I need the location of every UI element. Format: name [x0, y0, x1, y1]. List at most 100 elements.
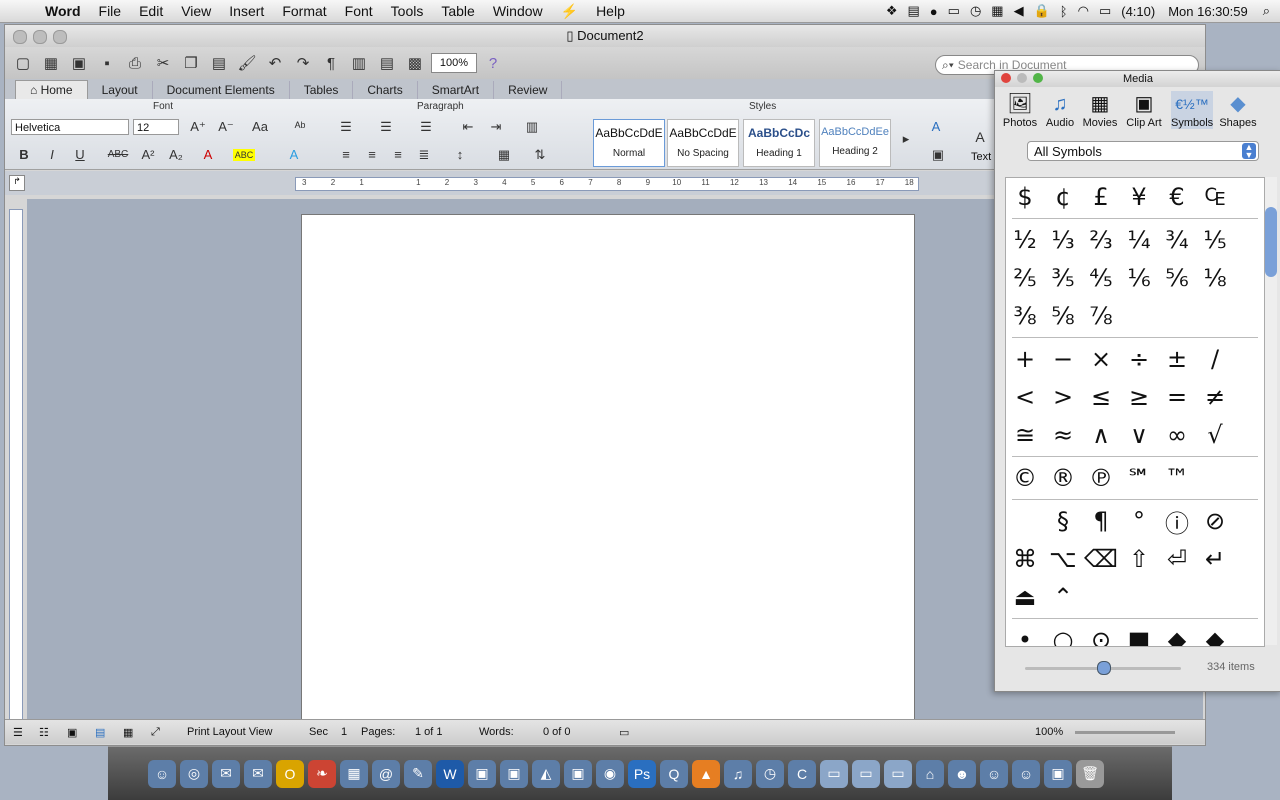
symbol-cell[interactable]: ®: [1044, 464, 1082, 492]
symbol-category-select[interactable]: All Symbols ▲ ▼: [1027, 141, 1259, 161]
symbol-cell[interactable]: ⌘: [1006, 545, 1044, 573]
justify-icon[interactable]: ≣: [413, 145, 435, 165]
clip-art-button[interactable]: ▣ Clip Art: [1123, 91, 1165, 129]
vlc-icon[interactable]: ▲: [692, 759, 720, 788]
symbol-cell[interactable]: ⅔: [1082, 226, 1120, 254]
document-page[interactable]: [301, 214, 915, 737]
symbol-cell[interactable]: ⊘: [1196, 507, 1234, 535]
home-folder-icon[interactable]: ⌂: [916, 759, 944, 788]
symbol-cell[interactable]: ⌫: [1082, 545, 1120, 573]
character-icon[interactable]: ☺: [980, 759, 1008, 788]
tab-tables[interactable]: Tables: [290, 81, 354, 99]
undo-icon[interactable]: ↶: [263, 52, 287, 74]
symbol-cell[interactable]: ↵: [1196, 545, 1234, 573]
bullets-icon[interactable]: ☰: [335, 117, 357, 137]
numbering-icon[interactable]: ☰: [375, 117, 397, 137]
proofing-icon[interactable]: ▭: [619, 726, 629, 739]
menu-font[interactable]: Font: [336, 3, 382, 19]
copy-icon[interactable]: ❐: [179, 52, 203, 74]
symbol-cell[interactable]: ≥: [1120, 383, 1158, 411]
display-icon[interactable]: ▭: [943, 3, 965, 19]
zoom-select[interactable]: 100%: [431, 53, 477, 73]
symbol-cell[interactable]: ≈: [1044, 421, 1082, 449]
symbol-cell[interactable]: £: [1082, 183, 1120, 211]
word-icon[interactable]: W: [436, 759, 464, 788]
menu-tools[interactable]: Tools: [382, 3, 433, 19]
symbol-cell[interactable]: ⅜: [1006, 302, 1044, 330]
itunes-icon[interactable]: ♫: [724, 759, 752, 788]
symbol-cell[interactable]: ⅙: [1120, 264, 1158, 292]
symbol-cell[interactable]: ½: [1006, 226, 1044, 254]
print-icon[interactable]: ⎙: [123, 52, 147, 74]
clear-formatting-icon[interactable]: ᴬᵇ: [289, 117, 311, 137]
shapes-button[interactable]: ◆ Shapes: [1217, 91, 1259, 129]
scrollbar-thumb[interactable]: [1265, 207, 1277, 277]
styles-pane-icon[interactable]: ▣: [927, 145, 949, 165]
text-effects-icon[interactable]: A: [283, 145, 305, 165]
symbol-cell[interactable]: ≤: [1082, 383, 1120, 411]
symbol-cell[interactable]: =: [1158, 383, 1196, 411]
script-menu-icon[interactable]: ⚡: [552, 3, 587, 20]
symbol-cell[interactable]: ≅: [1006, 421, 1044, 449]
symbol-cell[interactable]: ±: [1158, 345, 1196, 373]
volume-icon[interactable]: ◀: [1009, 3, 1029, 19]
style-heading-1[interactable]: AaBbCcDc Heading 1: [743, 119, 815, 167]
battery-icon[interactable]: ▭: [1094, 3, 1116, 19]
tab-document-elements[interactable]: Document Elements: [153, 81, 290, 99]
tab-home[interactable]: ⌂ Home: [15, 80, 88, 99]
symbol-cell[interactable]: ⅛: [1196, 264, 1234, 292]
vertical-ruler[interactable]: [9, 209, 23, 739]
tab-review[interactable]: Review: [494, 81, 563, 99]
battery-time[interactable]: (4:10): [1116, 4, 1160, 19]
audio-button[interactable]: ♫ Audio: [1039, 91, 1081, 129]
symbol-cell[interactable]: ¶: [1082, 507, 1120, 535]
align-left-icon[interactable]: ≡: [335, 145, 357, 165]
avatar-icon[interactable]: ☻: [948, 759, 976, 788]
symbol-cell[interactable]: •: [1006, 626, 1044, 646]
symbol-cell[interactable]: ×: [1082, 345, 1120, 373]
spotlight-search-icon[interactable]: ⌕: [1253, 3, 1280, 19]
applications-folder-icon[interactable]: ▭: [820, 759, 848, 788]
trash-icon[interactable]: 🗑: [1076, 759, 1104, 788]
open-icon[interactable]: ▣: [67, 52, 91, 74]
shrink-font-icon[interactable]: A⁻: [215, 117, 237, 137]
multilevel-list-icon[interactable]: ☰: [415, 117, 437, 137]
quicktime-icon[interactable]: Q: [660, 759, 688, 788]
menu-edit[interactable]: Edit: [130, 3, 172, 19]
menu-window[interactable]: Window: [484, 3, 552, 19]
align-center-icon[interactable]: ≡: [361, 145, 383, 165]
symbol-cell[interactable]: ⅕: [1196, 226, 1234, 254]
columns-icon[interactable]: ▥: [521, 117, 543, 137]
templates-icon[interactable]: ▦: [39, 52, 63, 74]
symbol-cell[interactable]: ⌥: [1044, 545, 1082, 573]
draft-view-icon[interactable]: ☰: [13, 726, 23, 739]
menu-file[interactable]: File: [90, 3, 131, 19]
format-painter-icon[interactable]: 🖌: [235, 52, 259, 74]
symbol-cell[interactable]: ⅓: [1044, 226, 1082, 254]
style-no-spacing[interactable]: AaBbCcDdE No Spacing: [667, 119, 739, 167]
lock-icon[interactable]: 🔒: [1029, 3, 1055, 19]
underline-icon[interactable]: U: [69, 145, 91, 165]
outline-view-icon[interactable]: ☷: [39, 726, 49, 739]
menu-format[interactable]: Format: [273, 3, 335, 19]
photos-button[interactable]: 🖼 Photos: [999, 91, 1041, 129]
symbol-cell[interactable]: ¼: [1120, 226, 1158, 254]
menu-view[interactable]: View: [172, 3, 220, 19]
bluetooth-icon[interactable]: ᛒ: [1055, 4, 1073, 19]
redo-icon[interactable]: ↷: [291, 52, 315, 74]
symbol-cell[interactable]: −: [1044, 345, 1082, 373]
symbol-cell[interactable]: ⏏: [1006, 583, 1044, 611]
symbol-cell[interactable]: +: [1006, 345, 1044, 373]
bold-icon[interactable]: B: [13, 145, 35, 165]
spaces-icon[interactable]: ▦: [986, 3, 1008, 19]
symbol-cell[interactable]: ∨: [1120, 421, 1158, 449]
symbol-cell[interactable]: $: [1006, 183, 1044, 211]
symbol-cell[interactable]: ⅚: [1158, 264, 1196, 292]
zoom-button[interactable]: [53, 30, 67, 44]
symbol-cell[interactable]: ₠: [1196, 183, 1234, 211]
preview-icon[interactable]: ▣: [468, 759, 496, 788]
italic-icon[interactable]: I: [41, 145, 63, 165]
notebook-view-icon[interactable]: ▦: [123, 726, 133, 739]
grapher-icon[interactable]: ◭: [532, 759, 560, 788]
symbol-cell[interactable]: <: [1006, 383, 1044, 411]
